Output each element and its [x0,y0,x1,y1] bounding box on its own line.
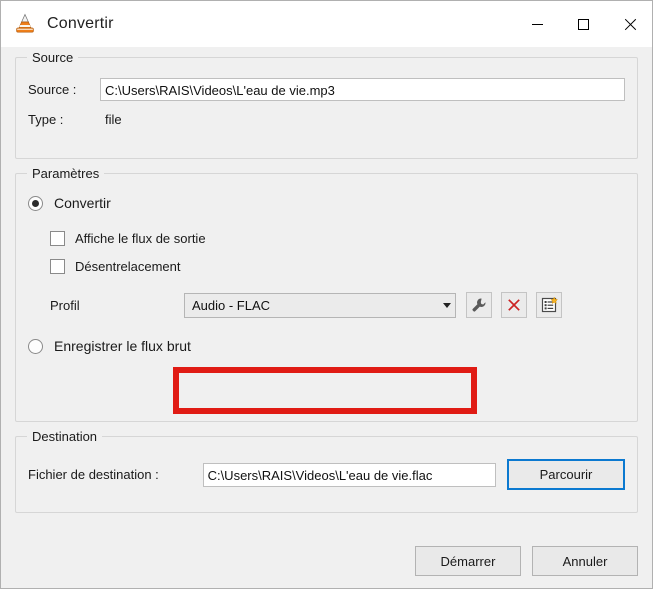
chevron-down-icon [443,302,451,308]
new-profile-button[interactable] [536,292,562,318]
profile-selected-value: Audio - FLAC [192,297,271,313]
new-profile-icon [541,296,558,313]
minimize-button[interactable] [514,1,560,47]
profile-label: Profil [50,297,80,313]
destination-group: Destination Fichier de destination : C:\… [15,429,638,513]
close-button[interactable] [606,1,652,47]
title-bar-left: Convertir [1,12,114,36]
settings-group: Paramètres Convertir Affiche le flux de … [15,166,638,422]
deinterlace-label: Désentrelacement [75,259,181,274]
start-button[interactable]: Démarrer [415,546,521,576]
edit-profile-button[interactable] [466,292,492,318]
title-bar: Convertir [1,1,652,47]
convert-radio-label: Convertir [54,195,111,211]
red-x-icon [508,299,520,311]
convert-dialog-window: Convertir Source Source : C:\Users\RAIS\… [0,0,653,589]
type-label: Type : [28,112,64,127]
source-group-body: Source : C:\Users\RAIS\Videos\L'eau de v… [16,58,637,139]
wrench-icon [472,298,486,312]
minimize-icon [531,23,543,25]
cancel-button[interactable]: Annuler [532,546,638,576]
destination-file-row: Fichier de destination : C:\Users\RAIS\V… [28,459,625,490]
maximize-button[interactable] [560,1,606,47]
source-group: Source Source : C:\Users\RAIS\Videos\L'e… [15,50,638,159]
source-type-row: Type : file [28,112,625,127]
dialog-footer: Démarrer Annuler [415,546,638,576]
destination-group-title: Destination [27,429,103,444]
destination-file-field[interactable]: C:\Users\RAIS\Videos\L'eau de vie.flac [202,462,496,487]
show-output-checkbox[interactable] [50,231,65,246]
settings-group-title: Paramètres [27,166,105,181]
source-group-title: Source [27,50,79,65]
convert-radio-row[interactable]: Convertir [28,195,625,211]
maximize-icon [577,18,589,30]
dialog-content: Source Source : C:\Users\RAIS\Videos\L'e… [1,47,652,588]
vlc-cone-icon [13,12,37,36]
window-controls [514,1,652,47]
source-label: Source : [28,82,77,97]
delete-profile-button[interactable] [501,292,527,318]
show-output-label: Affiche le flux de sortie [75,231,206,246]
raw-stream-radio-row[interactable]: Enregistrer le flux brut [28,338,625,354]
destination-group-body: Fichier de destination : C:\Users\RAIS\V… [16,437,637,502]
source-path-field[interactable]: C:\Users\RAIS\Videos\L'eau de vie.mp3 [100,78,625,101]
show-output-checkbox-row[interactable]: Affiche le flux de sortie [50,231,625,246]
raw-stream-label: Enregistrer le flux brut [54,338,191,354]
browse-button[interactable]: Parcourir [507,459,625,490]
raw-stream-radio[interactable] [28,338,43,354]
source-path-row: Source : C:\Users\RAIS\Videos\L'eau de v… [28,78,625,101]
profile-combobox[interactable]: Audio - FLAC [184,292,456,318]
window-title: Convertir [47,15,114,32]
deinterlace-checkbox-row[interactable]: Désentrelacement [50,259,625,274]
type-value: file [105,112,122,127]
convert-radio[interactable] [28,195,43,211]
destination-file-label: Fichier de destination : [28,467,159,482]
profile-row: Profil Audio - FLAC [50,292,625,318]
deinterlace-checkbox[interactable] [50,259,65,274]
settings-group-body: Convertir Affiche le flux de sortie Dése… [16,174,637,366]
close-icon [623,18,636,31]
